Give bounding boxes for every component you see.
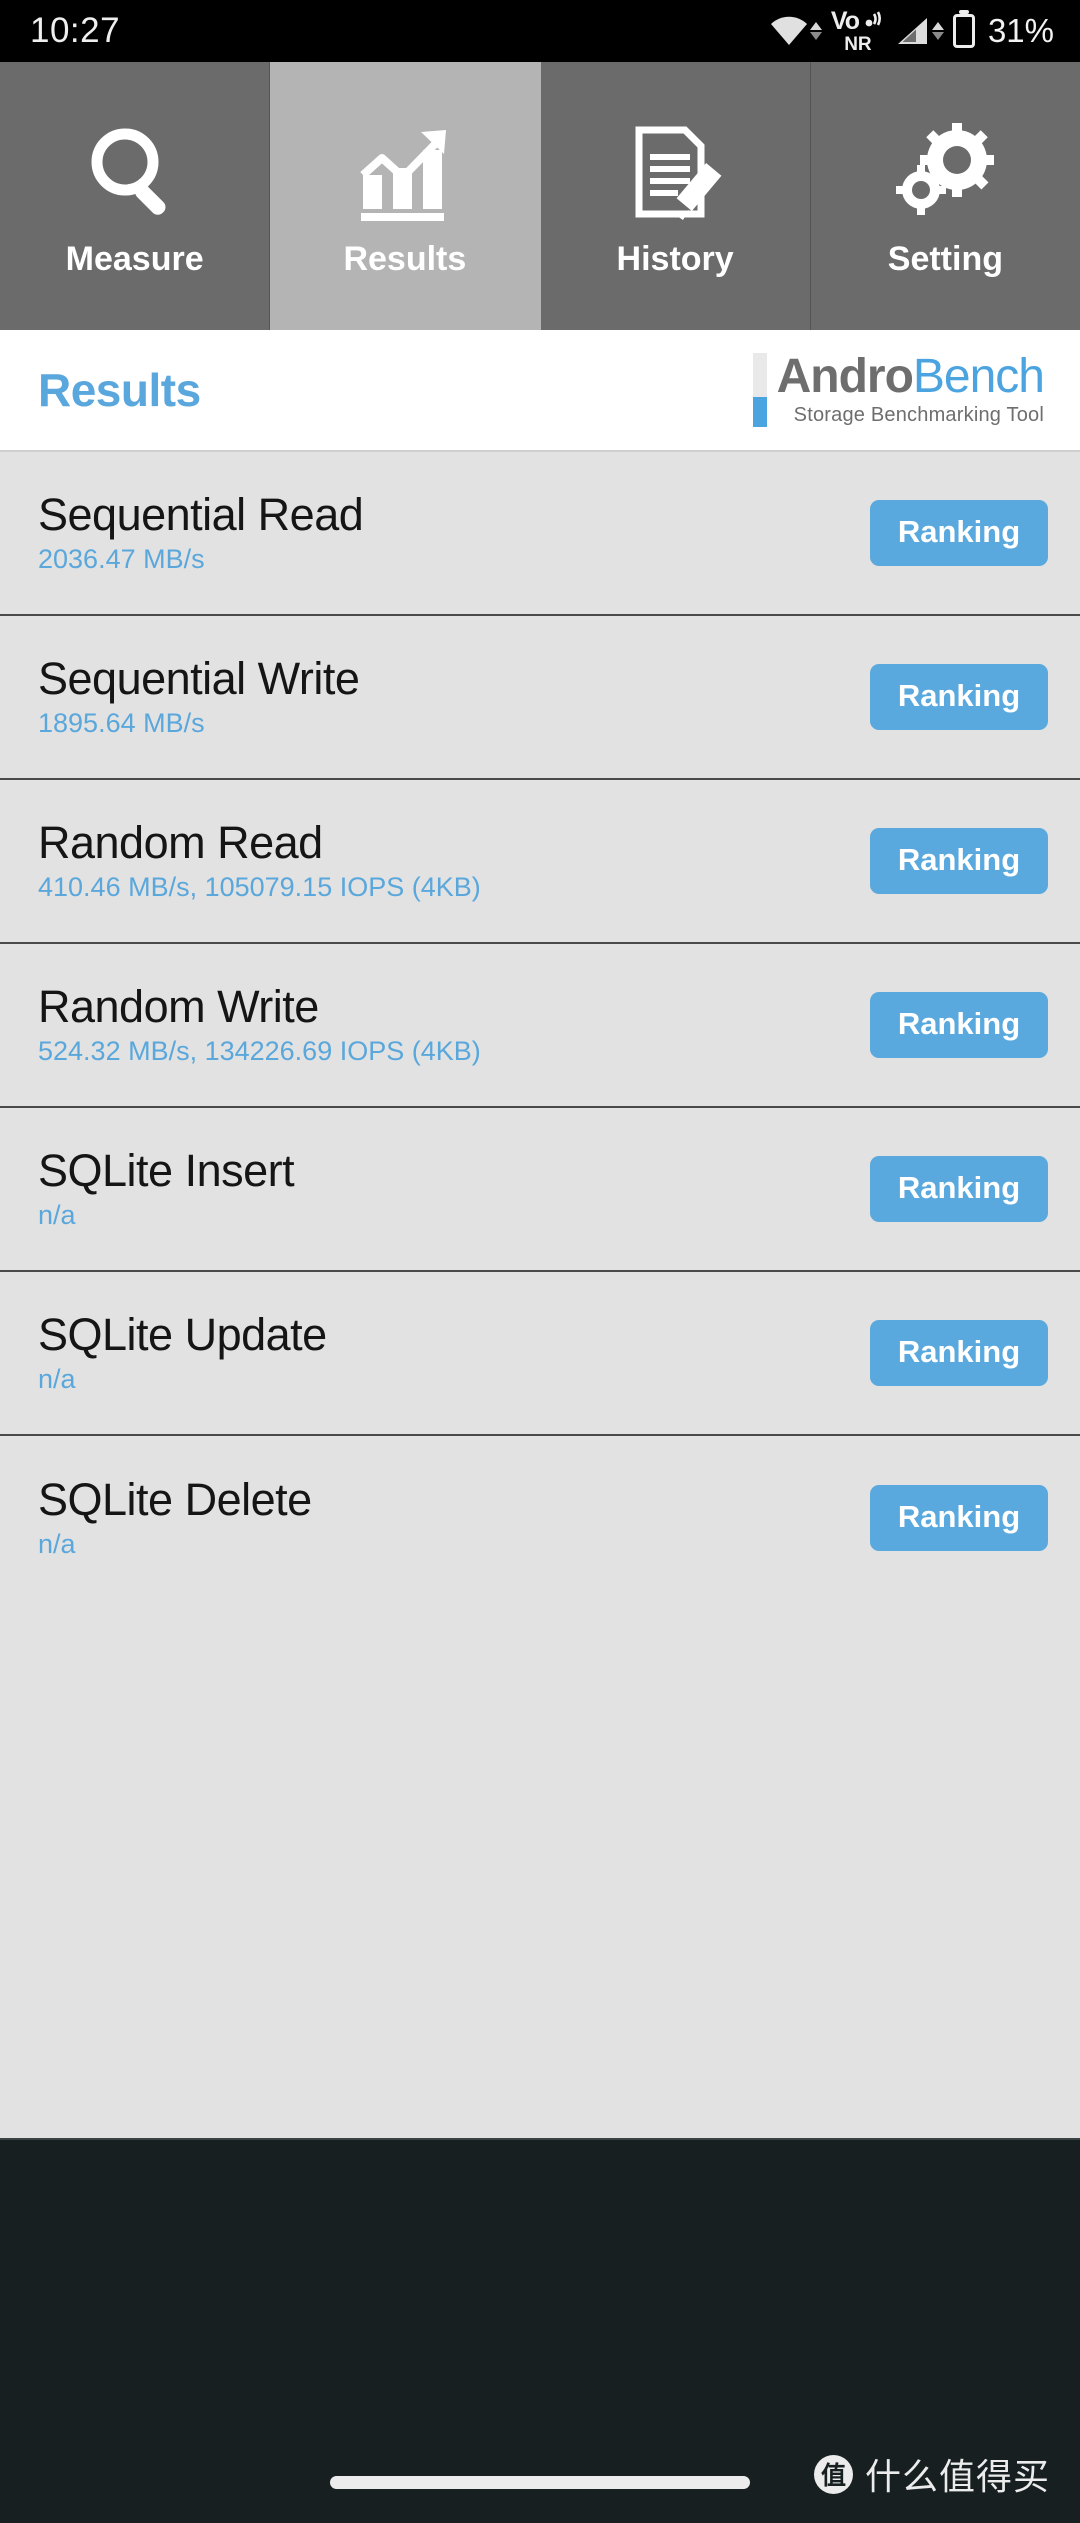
result-value: 524.32 MB/s, 134226.69 IOPS (4KB) — [38, 1036, 481, 1067]
status-bar-clock: 10:27 — [30, 11, 121, 50]
ranking-button[interactable]: Ranking — [870, 992, 1048, 1058]
row-texts: SQLite Delete n/a — [38, 1476, 312, 1560]
row-texts: Random Read 410.46 MB/s, 105079.15 IOPS … — [38, 819, 481, 903]
result-value: 410.46 MB/s, 105079.15 IOPS (4KB) — [38, 872, 481, 903]
result-row-sequential-read[interactable]: Sequential Read 2036.47 MB/s Ranking — [0, 452, 1080, 616]
row-texts: SQLite Update n/a — [38, 1311, 327, 1395]
cellular-signal-icon — [894, 16, 944, 46]
result-value: n/a — [38, 1200, 76, 1231]
result-row-sqlite-insert[interactable]: SQLite Insert n/a Ranking — [0, 1108, 1080, 1272]
result-title: Sequential Read — [38, 488, 364, 540]
battery-percent-label: 31% — [987, 12, 1054, 49]
result-title: SQLite Delete — [38, 1473, 312, 1525]
tab-measure-label: Measure — [65, 239, 204, 278]
result-row-random-write[interactable]: Random Write 524.32 MB/s, 134226.69 IOPS… — [0, 944, 1080, 1108]
row-texts: Random Write 524.32 MB/s, 134226.69 IOPS… — [38, 983, 481, 1067]
watermark-text: 什么值得买 — [864, 2457, 1050, 2498]
wifi-icon — [770, 16, 822, 46]
tab-history[interactable]: History — [540, 62, 811, 330]
status-bar: 10:27 Vo NR 31% — [0, 0, 1080, 62]
result-title: Random Read — [38, 816, 323, 868]
tab-results-label: Results — [343, 239, 467, 278]
page-header: Results AndroBench Storage Benchmarking … — [0, 330, 1080, 452]
logo-wordmark: AndroBench — [776, 350, 1045, 404]
system-bottom-area: 值 什么值得买 — [0, 2138, 1080, 2523]
ranking-button[interactable]: Ranking — [870, 1485, 1048, 1551]
vonr-top-label: Vo — [830, 6, 860, 35]
ranking-button[interactable]: Ranking — [870, 1320, 1048, 1386]
status-bar-icons: Vo NR 31% — [770, 6, 1054, 55]
row-texts: SQLite Insert n/a — [38, 1144, 295, 1231]
ranking-button[interactable]: Ranking — [870, 1156, 1048, 1222]
result-title: SQLite Update — [38, 1308, 327, 1360]
logo-bar-icon — [752, 353, 767, 427]
result-title: Random Write — [38, 980, 319, 1032]
result-row-random-read[interactable]: Random Read 410.46 MB/s, 105079.15 IOPS … — [0, 780, 1080, 944]
tab-setting[interactable]: Setting — [810, 62, 1080, 330]
result-row-sequential-write[interactable]: Sequential Write 1895.64 MB/s Ranking — [0, 616, 1080, 780]
result-value: n/a — [38, 1364, 76, 1395]
tab-history-label: History — [616, 239, 734, 278]
bar-chart-icon — [351, 114, 459, 234]
result-row-sqlite-update[interactable]: SQLite Update n/a Ranking — [0, 1272, 1080, 1436]
cellular-activity-icon — [931, 22, 944, 40]
tab-setting-label: Setting — [887, 239, 1003, 278]
androbench-logo: AndroBench Storage Benchmarking Tool — [752, 350, 1048, 427]
ranking-button[interactable]: Ranking — [870, 664, 1048, 730]
row-texts: Sequential Write 1895.64 MB/s — [38, 652, 360, 739]
results-list: Sequential Read 2036.47 MB/s Ranking Seq… — [0, 452, 1080, 2138]
result-row-sqlite-delete[interactable]: SQLite Delete n/a Ranking — [0, 1436, 1080, 1600]
result-value: 2036.47 MB/s — [38, 544, 205, 575]
watermark: 值 什么值得买 — [813, 2448, 1050, 2500]
magnifier-icon — [81, 114, 189, 234]
gesture-nav-bar[interactable] — [330, 2476, 750, 2489]
watermark-logo-icon: 值 — [813, 2454, 853, 2494]
ranking-button[interactable]: Ranking — [870, 828, 1048, 894]
tab-results[interactable]: Results — [270, 62, 541, 330]
result-value: 1895.64 MB/s — [38, 708, 205, 739]
document-pencil-icon — [621, 114, 729, 234]
ranking-button[interactable]: Ranking — [870, 500, 1048, 566]
row-texts: Sequential Read 2036.47 MB/s — [38, 488, 364, 575]
tab-bar: Measure Results History Setting — [0, 62, 1080, 330]
gears-icon — [891, 114, 999, 234]
result-title: Sequential Write — [38, 652, 360, 704]
logo-andro: Andro — [776, 350, 914, 404]
logo-bench: Bench — [912, 350, 1045, 404]
logo-text: AndroBench Storage Benchmarking Tool — [776, 350, 1045, 426]
result-title: SQLite Insert — [38, 1144, 295, 1196]
tab-measure[interactable]: Measure — [0, 62, 271, 330]
vonr-icon: Vo NR — [830, 6, 885, 55]
logo-tagline: Storage Benchmarking Tool — [793, 403, 1044, 426]
vonr-bottom-label: NR — [844, 33, 872, 55]
wifi-activity-icon — [809, 22, 822, 40]
result-value: n/a — [38, 1529, 76, 1560]
page-title: Results — [38, 364, 201, 416]
battery-icon — [952, 14, 975, 48]
list-empty-space — [0, 1600, 1080, 2138]
